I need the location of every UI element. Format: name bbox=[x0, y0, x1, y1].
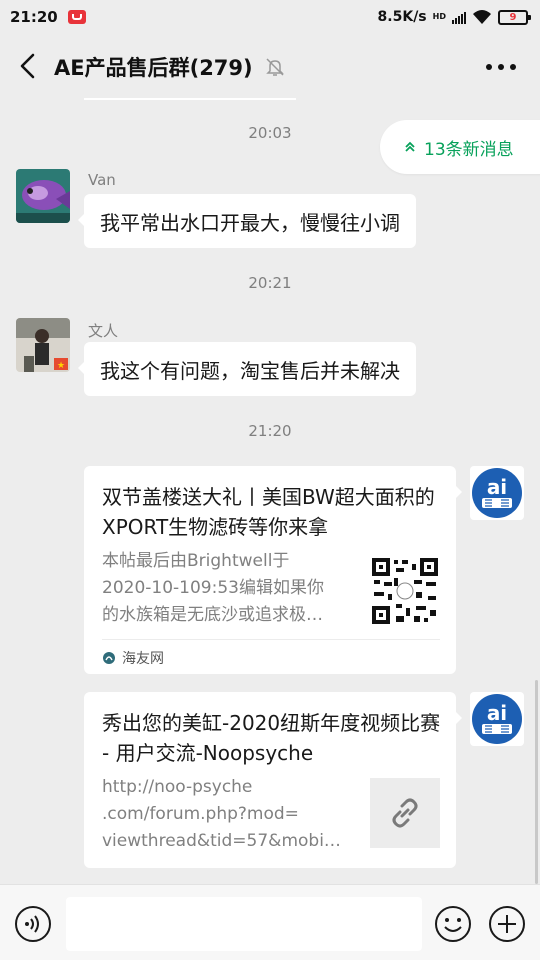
cell-signal-icon bbox=[452, 11, 466, 24]
new-messages-button[interactable]: 13条新消息 bbox=[380, 120, 540, 174]
card-desc-line: http://noo-psyche bbox=[102, 777, 253, 797]
new-messages-label: 13条新消息 bbox=[424, 139, 514, 160]
status-right: 8.5K/s HD 9 bbox=[377, 9, 531, 25]
wifi-icon bbox=[473, 10, 491, 24]
link-icon bbox=[392, 798, 418, 828]
self-avatar[interactable]: ai bbox=[470, 692, 524, 746]
card-source-name: 海友网 bbox=[122, 650, 164, 667]
network-speed: 8.5K/s bbox=[377, 9, 427, 25]
chat-title: AE产品售后群(279) bbox=[54, 56, 253, 80]
link-thumbnail bbox=[370, 778, 440, 848]
chat-header: AE产品售后群(279) bbox=[0, 34, 540, 98]
scrollbar[interactable] bbox=[535, 680, 538, 884]
timestamp: 21:20 bbox=[248, 422, 292, 440]
status-bar: 21:20 8.5K/s HD 9 bbox=[0, 0, 540, 34]
input-bar bbox=[0, 884, 540, 960]
card-title: 双节盖楼送大礼丨美国BW超大面积的XPORT生物滤砖等你来拿 bbox=[102, 485, 435, 539]
battery-level: 9 bbox=[509, 11, 517, 23]
voice-icon[interactable] bbox=[14, 905, 52, 943]
self-avatar-text: ai bbox=[487, 475, 507, 499]
shared-link-card[interactable]: 秀出您的美缸-2020纽斯年度视频比赛 - 用户交流-Noopsyche htt… bbox=[84, 692, 462, 868]
previous-message-edge bbox=[84, 98, 296, 100]
notification-app-icon bbox=[67, 10, 86, 24]
card-title: 秀出您的美缸-2020纽斯年度视频比赛 - 用户交流-Noopsyche bbox=[102, 711, 441, 765]
emoji-icon[interactable] bbox=[434, 905, 472, 943]
avatar[interactable] bbox=[16, 169, 70, 223]
message-bubble[interactable]: 我这个有问题，淘宝售后并未解决 bbox=[78, 342, 416, 396]
card-desc-line: 本帖最后由Brightwell于 bbox=[102, 551, 290, 571]
chat-area[interactable]: 20:03 13条新消息 Van 我平常出水口开最大，慢慢往小调 20:21 ★ bbox=[0, 98, 540, 884]
card-source: 海友网 bbox=[102, 639, 440, 675]
card-description: 本帖最后由Brightwell于 2020-10-109:53编辑如果你 的水族… bbox=[102, 548, 358, 629]
hd-indicator: HD bbox=[432, 12, 446, 21]
card-desc-line: 的水族箱是无底沙或追求极… bbox=[102, 605, 323, 625]
card-description: http://noo-psyche .com/forum.php?mod= vi… bbox=[102, 774, 358, 855]
double-chevron-up-icon bbox=[405, 141, 415, 152]
chevron-left-icon[interactable] bbox=[16, 52, 42, 80]
svg-text:★: ★ bbox=[57, 361, 65, 371]
status-time: 21:20 bbox=[10, 8, 58, 26]
plus-circle-icon[interactable] bbox=[488, 905, 526, 943]
self-avatar[interactable]: ai bbox=[470, 466, 524, 520]
sender-name: 文人 bbox=[88, 322, 119, 340]
sender-name: Van bbox=[88, 171, 116, 189]
source-logo-icon bbox=[103, 651, 115, 664]
message-bubble[interactable]: 我平常出水口开最大，慢慢往小调 bbox=[78, 194, 416, 248]
more-dots-icon[interactable] bbox=[484, 62, 518, 72]
timestamp: 20:21 bbox=[248, 274, 292, 292]
message-input[interactable] bbox=[66, 897, 422, 951]
qr-code-icon bbox=[370, 556, 440, 626]
bell-off-icon bbox=[266, 58, 284, 76]
battery-icon: 9 bbox=[498, 9, 531, 25]
card-desc-line: viewthread&tid=57&mobi… bbox=[102, 831, 341, 851]
shared-link-card[interactable]: 双节盖楼送大礼丨美国BW超大面积的XPORT生物滤砖等你来拿 本帖最后由Brig… bbox=[84, 466, 462, 675]
avatar[interactable]: ★ bbox=[16, 318, 70, 372]
card-desc-line: 2020-10-109:53编辑如果你 bbox=[102, 578, 324, 598]
card-desc-line: .com/forum.php?mod= bbox=[102, 804, 299, 824]
self-avatar-text: ai bbox=[487, 701, 507, 725]
